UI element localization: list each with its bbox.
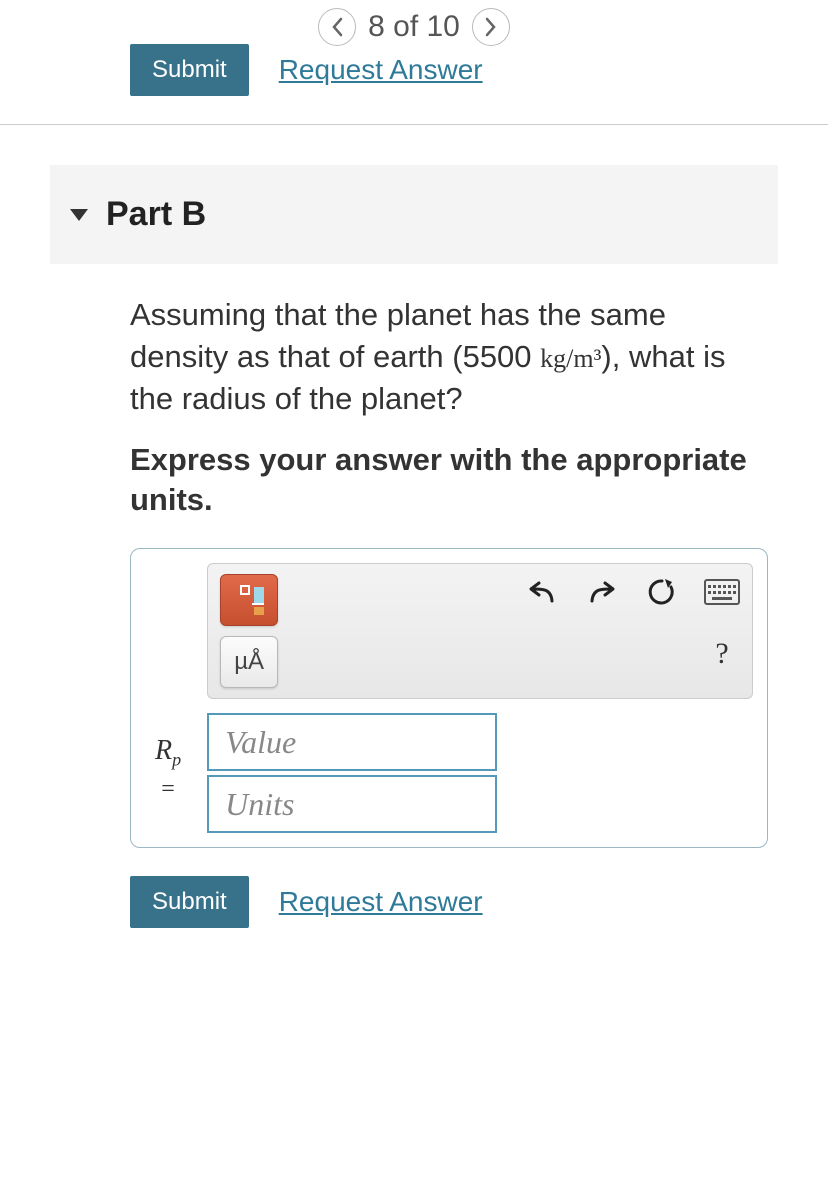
variable-subscript: p — [172, 749, 181, 769]
density-unit: kg/m³ — [540, 344, 601, 373]
variable-letter: R — [155, 735, 172, 766]
units-input[interactable] — [207, 775, 497, 833]
keyboard-icon — [704, 579, 740, 605]
request-answer-link-bottom[interactable]: Request Answer — [279, 886, 483, 918]
redo-icon — [587, 579, 617, 605]
chevron-left-icon — [330, 17, 344, 37]
units-symbol-button[interactable]: µÅ — [220, 636, 278, 688]
reset-icon — [647, 577, 677, 607]
help-icon: ? — [715, 637, 728, 671]
divider — [0, 124, 828, 125]
answer-input-box: Rp = — [130, 548, 768, 848]
help-button[interactable]: ? — [704, 636, 740, 672]
mu-angstrom-icon: µÅ — [234, 648, 264, 676]
fraction-template-button[interactable] — [220, 574, 278, 626]
prev-button[interactable] — [318, 8, 356, 46]
keyboard-button[interactable] — [704, 574, 740, 610]
density-value: 5500 — [463, 339, 532, 374]
fraction-icon — [234, 585, 264, 615]
collapse-caret-icon[interactable] — [70, 209, 88, 221]
part-title: Part B — [106, 195, 206, 234]
chevron-right-icon — [484, 17, 498, 37]
redo-button[interactable] — [584, 574, 620, 610]
next-button[interactable] — [472, 8, 510, 46]
submit-button-bottom[interactable]: Submit — [130, 876, 249, 928]
request-answer-link-top[interactable]: Request Answer — [279, 54, 483, 86]
pager-position: 8 of 10 — [368, 10, 460, 44]
equals-sign: = — [161, 776, 175, 803]
value-input[interactable] — [207, 713, 497, 771]
undo-button[interactable] — [524, 574, 560, 610]
variable-label: Rp = — [145, 563, 191, 833]
undo-icon — [527, 579, 557, 605]
question-text: Assuming that the planet has the same de… — [130, 294, 768, 420]
submit-button-top[interactable]: Submit — [130, 44, 249, 96]
instruction-text: Express your answer with the appropriate… — [130, 440, 768, 521]
reset-button[interactable] — [644, 574, 680, 610]
part-header[interactable]: Part B — [50, 165, 778, 264]
editor-toolbar: µÅ ? — [207, 563, 753, 699]
